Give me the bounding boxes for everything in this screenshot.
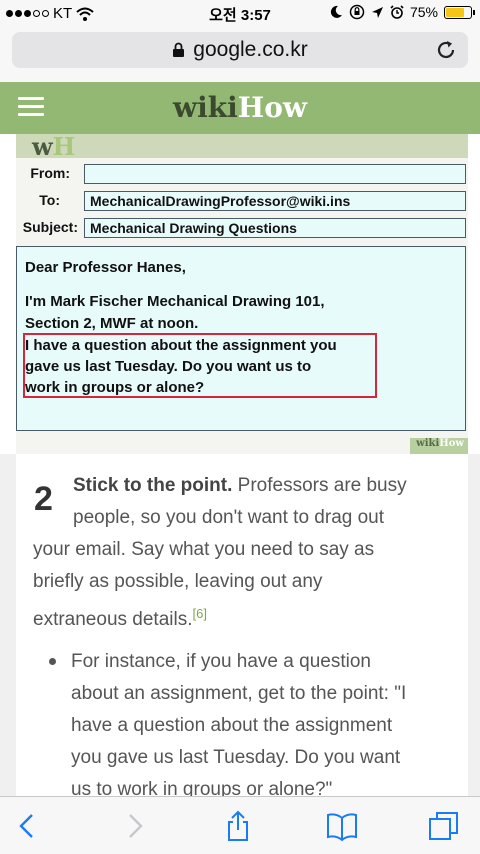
email-line-2: Section 2, MWF at noon. [25, 315, 199, 332]
step-text-line-3: your email. Say what you need to say as [33, 539, 375, 560]
url-display[interactable]: google.co.kr [172, 38, 308, 62]
step-title: Stick to the point. [73, 475, 233, 496]
status-bar: KT 오전 3:57 75% [0, 0, 480, 28]
to-label: To: [39, 192, 60, 208]
tabs-icon[interactable] [428, 810, 460, 842]
url-text: google.co.kr [193, 38, 308, 61]
status-right: 75% [329, 4, 475, 20]
from-label: From: [30, 165, 70, 181]
logo-how: How [237, 91, 307, 124]
browser-toolbar [0, 796, 480, 854]
lock-icon [173, 42, 185, 57]
article-section: 2 Stick to the point. Professors are bus… [0, 454, 480, 800]
moon-icon [330, 5, 342, 18]
badge-how: How [439, 438, 464, 449]
from-field [84, 164, 466, 184]
alarm-icon [390, 5, 404, 19]
step-text-line-2: people, so you don't want to drag out [73, 507, 385, 528]
illustration-top-strip: wH [16, 132, 468, 161]
email-line-1: I'm Mark Fischer Mechanical Drawing 101, [25, 293, 325, 310]
email-greeting: Dear Professor Hanes, [25, 259, 186, 276]
bullet-line-3: have a question about the assignment [71, 715, 393, 736]
wikihow-badge: wikiHow [410, 438, 468, 454]
step-text-line-5: extraneous details.[6] [33, 604, 207, 636]
email-highlight-line-1: I have a question about the assignment y… [25, 337, 337, 354]
step-illustration: wH From: To: MechanicalDrawingProfessor@… [0, 132, 480, 454]
bullet-line-2: about an assignment, get to the point: "… [71, 683, 407, 704]
battery-percent: 75% [409, 4, 438, 20]
wh-watermark: wH [32, 132, 75, 161]
step-number: 2 [34, 480, 53, 518]
back-icon[interactable] [12, 810, 44, 842]
browser-chrome: google.co.kr [0, 28, 480, 82]
battery-icon [444, 5, 475, 19]
location-icon [371, 6, 383, 18]
subject-field: Mechanical Drawing Questions [84, 218, 466, 238]
step-text-line-1: Stick to the point. Professors are busy [73, 470, 407, 502]
subject-label: Subject: [22, 219, 78, 235]
bullet-dot [49, 658, 56, 665]
rotation-lock-icon [349, 4, 365, 20]
site-header: wikiHow [0, 82, 480, 134]
watermark-h: H [52, 132, 76, 161]
email-highlight-line-2: gave us last Tuesday. Do you want us to [25, 358, 312, 375]
step-text-line-5a: extraneous details. [33, 609, 193, 630]
bullet-line-1: For instance, if you have a question [71, 651, 371, 672]
bookmarks-icon[interactable] [326, 810, 358, 842]
step-text-line-4: briefly as possible, leaving out any [33, 571, 323, 592]
step-card: 2 Stick to the point. Professors are bus… [16, 454, 468, 800]
logo-wiki: wiki [172, 91, 238, 124]
to-field: MechanicalDrawingProfessor@wiki.ins [84, 191, 466, 211]
site-logo[interactable]: wikiHow [0, 91, 480, 124]
forward-icon[interactable] [118, 810, 150, 842]
watermark-w: w [32, 132, 53, 161]
email-highlight-line-3: work in groups or alone? [25, 379, 205, 396]
address-bar[interactable]: google.co.kr [12, 32, 468, 68]
step-text-line-1a: Professors are busy [232, 475, 407, 496]
share-icon[interactable] [222, 810, 254, 842]
badge-wiki: wiki [416, 438, 440, 449]
illustration-frame: wH From: To: MechanicalDrawingProfessor@… [16, 132, 468, 454]
email-body: Dear Professor Hanes, I'm Mark Fischer M… [16, 246, 466, 431]
reload-icon[interactable] [434, 38, 458, 62]
bullet-line-4: you gave us last Tuesday. Do you want [71, 747, 401, 768]
reference-link[interactable]: [6] [193, 606, 207, 621]
